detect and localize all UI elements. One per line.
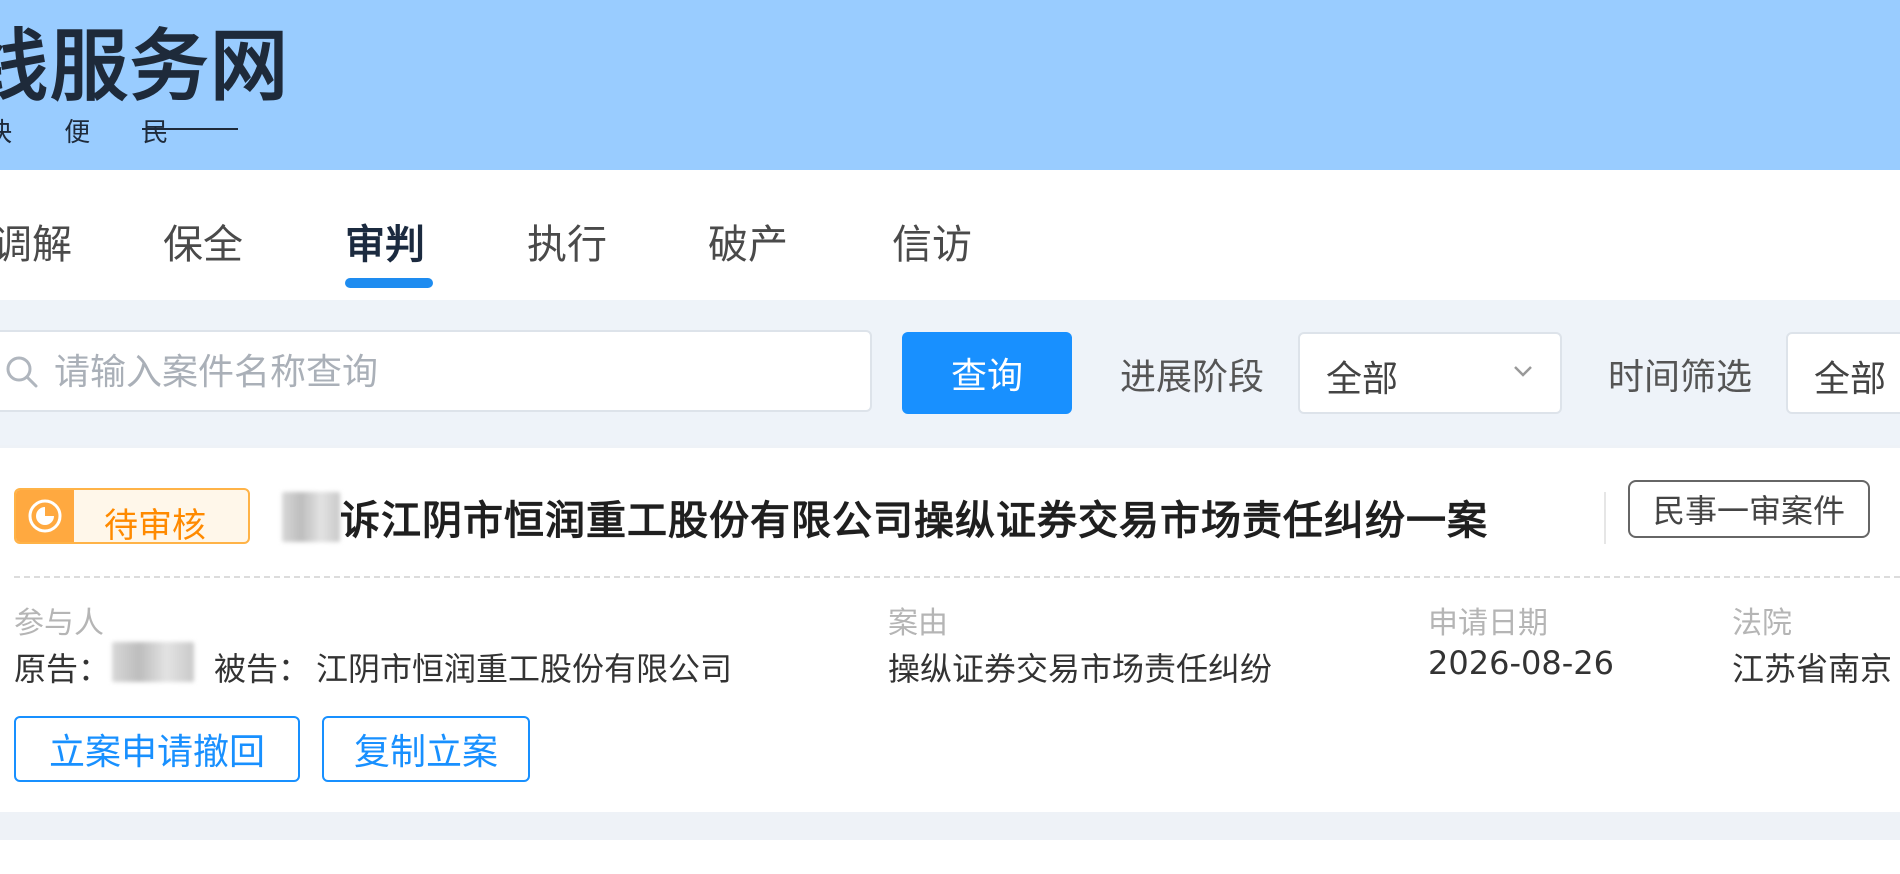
redacted-plaintiff [112,642,194,682]
site-header: 线服务网 快 便 民 [0,0,1900,170]
tab-mediation[interactable]: 调解 [0,212,72,270]
title-divider [1604,492,1606,544]
chevron-down-icon [1514,366,1532,377]
pending-icon [28,499,62,533]
defendant-label: 被告： [214,650,311,688]
category-tabs: 调解 保全 审判 执行 破产 信访 [0,170,1900,300]
redacted-plaintiff-name [282,492,340,542]
date-value: 2026-08-26 [1428,644,1614,682]
case-type-tag: 民事一审案件 [1628,480,1870,538]
filter-bar: 查询 进展阶段 全部 时间筛选 全部 [0,300,1900,445]
active-tab-indicator [345,278,433,288]
case-card: 待审核 诉江阴市恒润重工股份有限公司操纵证券交易市场责任纠纷一案 民事一审案件 … [0,448,1900,812]
cause-value: 操纵证券交易市场责任纠纷 [888,650,1273,688]
withdraw-application-button[interactable]: 立案申请撤回 [14,716,300,782]
next-card-edge [0,840,1900,874]
logo-divider [142,128,238,130]
tab-bankruptcy[interactable]: 破产 [708,212,788,270]
defendant-value: 江阴市恒润重工股份有限公司 [316,650,733,688]
tab-preservation[interactable]: 保全 [163,212,243,270]
tab-trial[interactable]: 审判 [345,212,425,270]
tab-petition[interactable]: 信访 [892,212,972,270]
search-box [0,330,872,412]
copy-filing-button[interactable]: 复制立案 [322,716,530,782]
query-button[interactable]: 查询 [902,332,1072,414]
list-gap [0,812,1900,840]
participants-label: 参与人 [14,606,104,641]
case-title[interactable]: 诉江阴市恒润重工股份有限公司操纵证券交易市场责任纠纷一案 [340,488,1488,546]
date-label: 申请日期 [1428,606,1548,641]
tab-execution[interactable]: 执行 [527,212,607,270]
site-logo-title: 线服务网 [0,22,291,112]
plaintiff-label: 原告： [14,650,111,688]
time-filter-label: 时间筛选 [1608,357,1753,398]
status-badge-label: 待审核 [104,506,206,544]
stage-select[interactable]: 全部 [1298,332,1562,414]
cause-label: 案由 [888,606,948,641]
search-input[interactable] [52,332,836,412]
time-select[interactable]: 全部 [1786,332,1900,414]
stage-select-value: 全部 [1326,359,1399,400]
site-logo-subtitle: 快 便 民 [0,118,191,148]
time-select-value: 全部 [1814,359,1887,400]
status-badge: 待审核 [14,488,250,544]
court-value: 江苏省南京 [1732,650,1893,688]
court-label: 法院 [1732,606,1792,641]
search-icon [6,356,38,388]
stage-filter-label: 进展阶段 [1120,357,1265,398]
card-divider [14,576,1900,578]
status-icon-box [16,490,74,542]
